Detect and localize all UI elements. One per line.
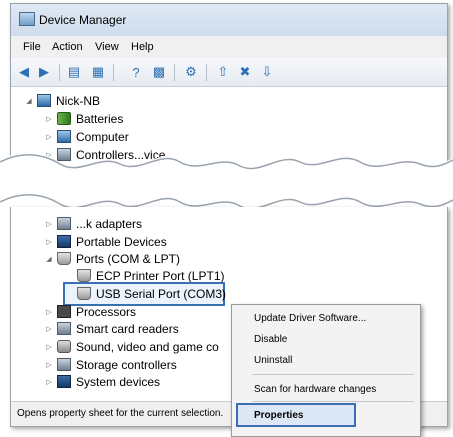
help-icon[interactable]: ? bbox=[127, 63, 145, 81]
menu-bar: File Action View Help bbox=[11, 36, 447, 59]
node-label: ECP Printer Port (LPT1) bbox=[96, 268, 225, 283]
disable-icon[interactable]: ⇩ bbox=[258, 63, 276, 81]
port-icon bbox=[77, 287, 91, 300]
tree-node-processors[interactable]: ▷ Processors bbox=[45, 303, 136, 320]
expand-arrow-icon[interactable]: ▷ bbox=[45, 238, 53, 246]
menu-item-uninstall[interactable]: Uninstall bbox=[254, 355, 292, 366]
processor-icon bbox=[57, 305, 71, 318]
menu-file[interactable]: File bbox=[23, 41, 41, 53]
scan-hardware-icon[interactable]: ⚙ bbox=[182, 63, 200, 81]
node-label: ...k adapters bbox=[76, 216, 143, 231]
toolbar-separator bbox=[113, 64, 114, 81]
toolbar-separator bbox=[59, 64, 60, 81]
menu-view[interactable]: View bbox=[95, 41, 119, 53]
properties-label: Properties bbox=[254, 410, 304, 421]
window-title: Device Manager bbox=[39, 13, 127, 27]
node-label: Processors bbox=[76, 304, 137, 319]
back-icon[interactable]: ◀ bbox=[15, 63, 33, 81]
tree-node-portable-devices[interactable]: ▷ Portable Devices bbox=[45, 233, 167, 250]
collapse-arrow-icon[interactable]: ◢ bbox=[25, 97, 33, 105]
menu-item-update-driver[interactable]: Update Driver Software... bbox=[254, 313, 366, 324]
expand-arrow-icon[interactable]: ▷ bbox=[45, 361, 53, 369]
collapse-arrow-icon[interactable]: ◢ bbox=[45, 255, 53, 263]
port-icon bbox=[57, 252, 71, 265]
show-hide-console-tree-icon[interactable]: ▤ bbox=[65, 63, 83, 81]
menu-separator bbox=[252, 374, 414, 375]
expand-arrow-icon[interactable]: ▷ bbox=[45, 308, 53, 316]
forward-icon[interactable]: ▶ bbox=[35, 63, 53, 81]
tree-node-smart-card-readers[interactable]: ▷ Smart card readers bbox=[45, 320, 179, 337]
system-icon bbox=[57, 375, 71, 388]
tree-node-ports[interactable]: ◢ Ports (COM & LPT) bbox=[45, 250, 180, 267]
battery-icon bbox=[57, 112, 71, 125]
title-bar: Device Manager bbox=[11, 4, 447, 36]
menu-item-disable[interactable]: Disable bbox=[254, 334, 287, 345]
context-menu: Update Driver Software... Disable Uninst… bbox=[231, 304, 421, 437]
menu-help[interactable]: Help bbox=[131, 41, 154, 53]
uninstall-icon[interactable]: ✖ bbox=[236, 63, 254, 81]
node-label: Smart card readers bbox=[76, 321, 179, 336]
action-pane-icon[interactable]: ▩ bbox=[150, 63, 168, 81]
toolbar-separator bbox=[174, 64, 175, 81]
smart-card-icon bbox=[57, 322, 71, 335]
expand-arrow-icon[interactable]: ▷ bbox=[45, 325, 53, 333]
tree-node-system-devices[interactable]: ▷ System devices bbox=[45, 373, 160, 390]
menu-item-scan-hardware[interactable]: Scan for hardware changes bbox=[254, 384, 376, 395]
node-label: System devices bbox=[76, 374, 161, 389]
tree-node-network-adapters[interactable]: ▷ ...k adapters bbox=[45, 215, 142, 232]
tree-node-storage-controllers[interactable]: ▷ Storage controllers bbox=[45, 356, 177, 373]
node-label: Storage controllers bbox=[76, 357, 177, 372]
storage-icon bbox=[57, 358, 71, 371]
tree-node-batteries[interactable]: ▷ Batteries bbox=[45, 110, 123, 127]
menu-item-properties[interactable]: Properties bbox=[236, 403, 356, 427]
node-label: Portable Devices bbox=[76, 234, 167, 249]
node-label: Batteries bbox=[76, 111, 124, 126]
device-manager-app-icon bbox=[19, 12, 35, 26]
port-icon bbox=[77, 269, 91, 282]
network-icon bbox=[57, 217, 71, 230]
node-label: Sound, video and game co bbox=[76, 339, 219, 354]
status-text: Opens property sheet for the current sel… bbox=[17, 408, 224, 419]
portable-device-icon bbox=[57, 235, 71, 248]
menu-action[interactable]: Action bbox=[52, 41, 83, 53]
sound-icon bbox=[57, 340, 71, 353]
expand-arrow-icon[interactable]: ▷ bbox=[45, 220, 53, 228]
menu-separator bbox=[252, 401, 414, 402]
node-label: USB Serial Port (COM3) bbox=[96, 286, 227, 301]
tree-node-root[interactable]: ◢ Nick-NB bbox=[25, 92, 100, 109]
toolbar-separator bbox=[206, 64, 207, 81]
computer-icon bbox=[37, 94, 51, 107]
update-driver-icon[interactable]: ⇧ bbox=[214, 63, 232, 81]
node-label: Ports (COM & LPT) bbox=[76, 251, 181, 266]
tree-node-usb-serial-port[interactable]: USB Serial Port (COM3) bbox=[77, 285, 226, 302]
expand-arrow-icon[interactable]: ▷ bbox=[45, 378, 53, 386]
tree-node-sound-video-game[interactable]: ▷ Sound, video and game co bbox=[45, 338, 219, 355]
expand-arrow-icon[interactable]: ▷ bbox=[45, 343, 53, 351]
expand-arrow-icon[interactable]: ▷ bbox=[45, 115, 53, 123]
properties-icon[interactable]: ▦ bbox=[89, 63, 107, 81]
node-label: Nick-NB bbox=[56, 93, 100, 108]
toolbar: ◀ ▶ ▤ ▦ ? ▩ ⚙ ⇧ ✖ ⇩ bbox=[11, 58, 447, 87]
